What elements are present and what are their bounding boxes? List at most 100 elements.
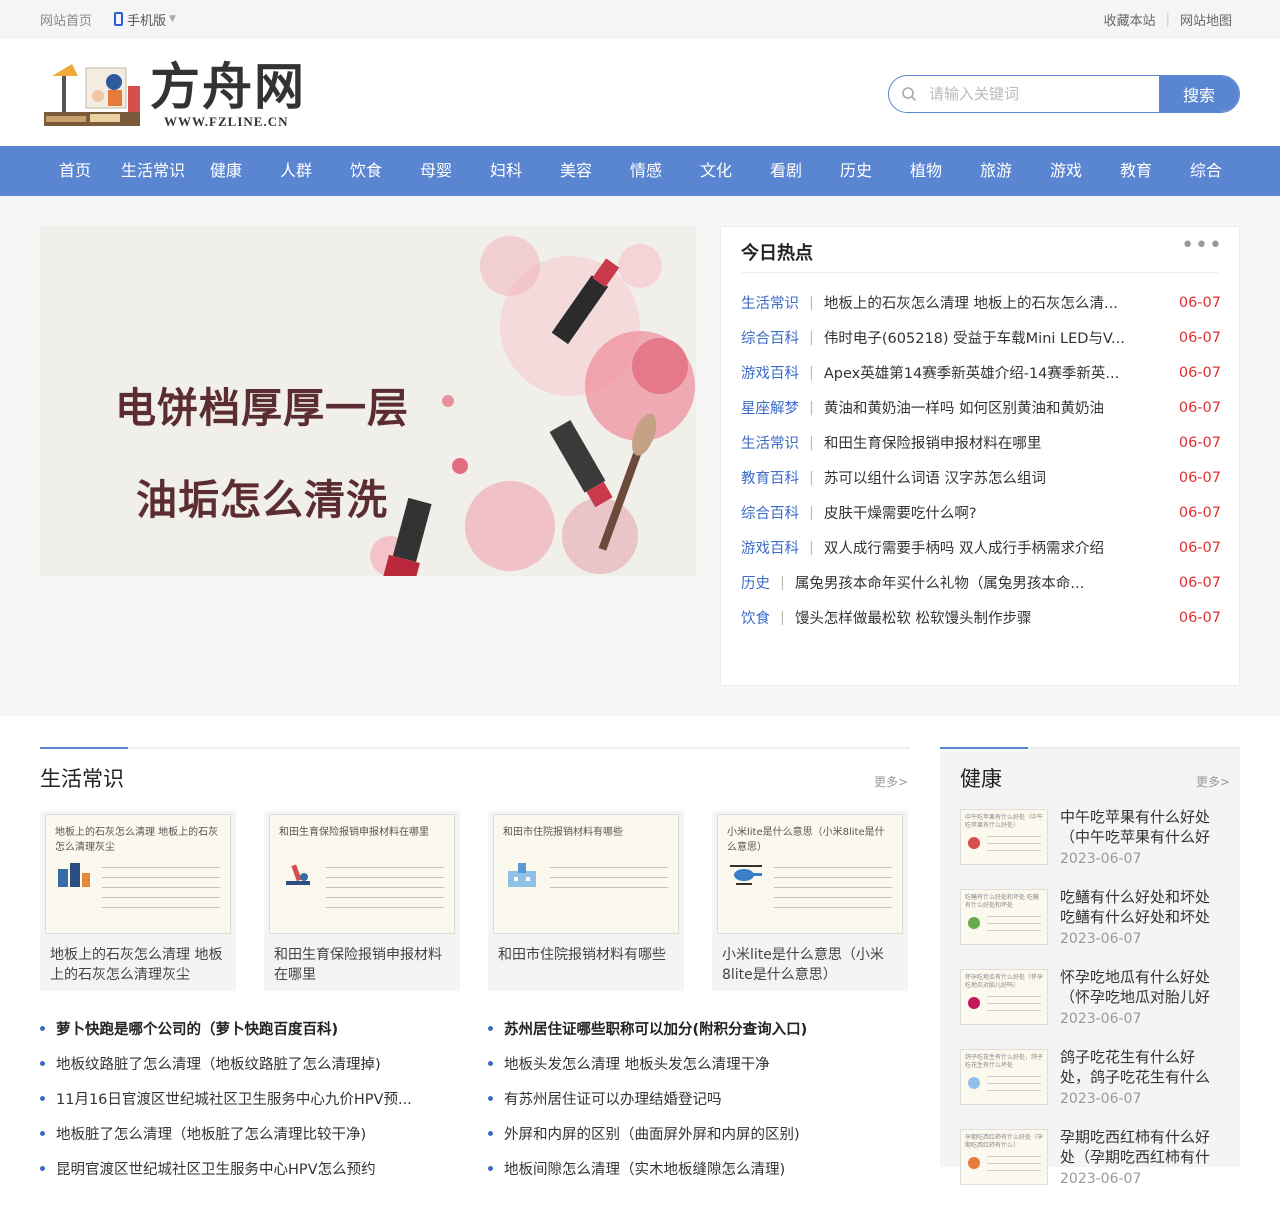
headline-link[interactable]: 皮肤干燥需要吃什么啊? [824,502,1165,523]
list-item[interactable]: 鸽子吃花生有什么好处，鸽子吃花生有什么坏处 鸽子吃花生有什么好处，鸽子吃花生有什… [960,1047,1230,1127]
list-item[interactable]: 萝卜快跑是哪个公司的（萝卜快跑百度百科) [40,1011,470,1046]
headline-link[interactable]: 地板上的石灰怎么清理 地板上的石灰怎么清... [824,292,1165,313]
list-item[interactable]: 怀孕吃地瓜有什么好处（怀孕吃地瓜对胎儿好吗） 怀孕吃地瓜有什么好处（怀孕吃地瓜对… [960,967,1230,1047]
article-thumbnail[interactable]: 和田生育保险报销申报材料在哪里 [269,814,455,934]
nav-item-people[interactable]: 人群 [256,146,336,196]
list-item[interactable]: 苏州居住证哪些职称可以加分(附积分查询入口) [488,1011,918,1046]
list-item[interactable]: 饮食 | 馒头怎样做最松软 松软馒头制作步骤 06-07 [741,600,1221,635]
more-link[interactable]: 更多> [1196,773,1230,790]
article-thumbnail[interactable]: 怀孕吃地瓜有什么好处（怀孕吃地瓜对胎儿好吗） [960,969,1048,1025]
article-card[interactable]: 和田市住院报销材料有哪些 和田市住院报销材料有哪些 [488,811,684,991]
category-link[interactable]: 综合百科 [741,502,799,523]
site-logo[interactable]: 方舟网 WWW.FZLINE.CN [42,56,312,132]
nav-item-education[interactable]: 教育 [1096,146,1176,196]
search-input[interactable] [929,76,1159,112]
article-card[interactable]: 和田生育保险报销申报材料在哪里 和田生育保险报销申报材料在哪里 [264,811,460,991]
category-link[interactable]: 游戏百科 [741,537,799,558]
favorite-link[interactable]: 收藏本站 [1104,10,1156,29]
article-thumbnail[interactable]: 地板上的石灰怎么清理 地板上的石灰怎么清理灰尘 [45,814,231,934]
article-thumbnail[interactable]: 中午吃苹果有什么好处（中午吃苹果有什么好处） [960,809,1048,865]
list-item[interactable]: 教育百科 | 苏可以组什么词语 汉字苏怎么组词 06-07 [741,460,1221,495]
category-link[interactable]: 生活常识 [741,292,799,313]
article-thumbnail[interactable]: 小米lite是什么意思（小米8lite是什么意思） [717,814,903,934]
nav-item-emotion[interactable]: 情感 [616,146,676,196]
list-item[interactable]: 吃鳝有什么好处和坏处 吃鳝有什么好处和坏处 吃鳝有什么好处和坏处 吃鳝有什么好处… [960,887,1230,967]
list-item[interactable]: 生活常识 | 和田生育保险报销申报材料在哪里 06-07 [741,425,1221,460]
headline-link[interactable]: 地板脏了怎么清理（地板脏了怎么清理比较干净) [56,1123,366,1144]
article-title[interactable]: 和田生育保险报销申报材料在哪里 [274,945,452,985]
headline-link[interactable]: 地板纹路脏了怎么清理（地板纹路脏了怎么清理掉) [56,1053,381,1074]
article-title[interactable]: 小米lite是什么意思（小米8lite是什么意思） [722,945,900,985]
article-card[interactable]: 小米lite是什么意思（小米8lite是什么意思） 小米lite是什么意思（小米… [712,811,908,991]
category-link[interactable]: 教育百科 [741,467,799,488]
article-thumbnail[interactable]: 孕期吃西红柿有什么好处（孕期吃西红柿有什么） [960,1129,1048,1185]
nav-item-history[interactable]: 历史 [816,146,896,196]
headline-link[interactable]: 有苏州居住证可以办理结婚登记吗 [504,1088,722,1109]
list-item[interactable]: 11月16日官渡区世纪城社区卫生服务中心九价HPV预... [40,1081,470,1116]
article-thumbnail[interactable]: 和田市住院报销材料有哪些 [493,814,679,934]
article-title[interactable]: 和田市住院报销材料有哪些 [498,945,676,965]
search-button[interactable]: 搜索 [1159,76,1239,112]
article-title[interactable]: 孕期吃西红柿有什么好处（孕期吃西红柿有什 [1060,1127,1220,1167]
nav-item-travel[interactable]: 旅游 [956,146,1036,196]
list-item[interactable]: 综合百科 | 伟时电子(605218) 受益于车载Mini LED与V... 06-0… [741,320,1221,355]
headline-link[interactable]: 11月16日官渡区世纪城社区卫生服务中心九价HPV预... [56,1088,412,1109]
sitemap-link[interactable]: 网站地图 [1180,10,1232,29]
list-item[interactable]: 孕期吃西红柿有什么好处（孕期吃西红柿有什么） 孕期吃西红柿有什么好处（孕期吃西红… [960,1127,1230,1207]
article-thumbnail[interactable]: 鸽子吃花生有什么好处，鸽子吃花生有什么坏处 [960,1049,1048,1105]
article-title[interactable]: 怀孕吃地瓜有什么好处（怀孕吃地瓜对胎儿好 [1060,967,1220,1007]
list-item[interactable]: 昆明官渡区世纪城社区卫生服务中心HPV怎么预约 [40,1151,470,1186]
list-item[interactable]: 地板间隙怎么清理（实木地板缝隙怎么清理) [488,1151,918,1186]
list-item[interactable]: 生活常识 | 地板上的石灰怎么清理 地板上的石灰怎么清... 06-07 [741,285,1221,320]
list-item[interactable]: 地板头发怎么清理 地板头发怎么清理干净 [488,1046,918,1081]
article-title[interactable]: 鸽子吃花生有什么好处，鸽子吃花生有什么 [1060,1047,1220,1087]
category-link[interactable]: 星座解梦 [741,397,799,418]
article-title[interactable]: 中午吃苹果有什么好处（中午吃苹果有什么好 [1060,807,1220,847]
headline-link[interactable]: 属兔男孩本命年买什么礼物（属兔男孩本命... [795,572,1165,593]
headline-link[interactable]: 馒头怎样做最松软 松软馒头制作步骤 [795,607,1165,628]
list-item[interactable]: 综合百科 | 皮肤干燥需要吃什么啊? 06-07 [741,495,1221,530]
nav-item-culture[interactable]: 文化 [676,146,756,196]
list-item[interactable]: 外屏和内屏的区别（曲面屏外屏和内屏的区别) [488,1116,918,1151]
nav-item-drama[interactable]: 看剧 [756,146,816,196]
category-link[interactable]: 综合百科 [741,327,799,348]
category-link[interactable]: 历史 [741,572,770,593]
category-link[interactable]: 游戏百科 [741,362,799,383]
headline-link[interactable]: 昆明官渡区世纪城社区卫生服务中心HPV怎么预约 [56,1158,376,1179]
list-item[interactable]: 游戏百科 | 双人成行需要手柄吗 双人成行手柄需求介绍 06-07 [741,530,1221,565]
headline-link[interactable]: 双人成行需要手柄吗 双人成行手柄需求介绍 [824,537,1165,558]
article-card[interactable]: 地板上的石灰怎么清理 地板上的石灰怎么清理灰尘 地板上的石灰怎么清理 地板上的石… [40,811,236,991]
site-home-link[interactable]: 网站首页 [40,10,92,29]
headline-link[interactable]: 外屏和内屏的区别（曲面屏外屏和内屏的区别) [504,1123,800,1144]
headline-link[interactable]: 苏州居住证哪些职称可以加分(附积分查询入口) [504,1018,807,1039]
nav-item-home[interactable]: 首页 [40,146,110,196]
article-title[interactable]: 吃鳝有什么好处和坏处 吃鳝有什么好处和坏处 [1060,887,1220,927]
nav-item-baby[interactable]: 母婴 [396,146,476,196]
headline-link[interactable]: 苏可以组什么词语 汉字苏怎么组词 [824,467,1165,488]
headline-link[interactable]: 伟时电子(605218) 受益于车载Mini LED与V... [824,327,1165,348]
mobile-version-link[interactable]: 手机版 ▼ [114,10,176,29]
nav-item-plants[interactable]: 植物 [896,146,956,196]
headline-link[interactable]: Apex英雄第14赛季新英雄介绍-14赛季新英... [824,362,1165,383]
nav-item-life[interactable]: 生活常识 [110,146,196,196]
nav-item-games[interactable]: 游戏 [1036,146,1096,196]
nav-item-food[interactable]: 饮食 [336,146,396,196]
article-thumbnail[interactable]: 吃鳝有什么好处和坏处 吃鳝有什么好处和坏处 [960,889,1048,945]
headline-link[interactable]: 黄油和黄奶油一样吗 如何区别黄油和黄奶油 [824,397,1165,418]
headline-link[interactable]: 地板间隙怎么清理（实木地板缝隙怎么清理) [504,1158,785,1179]
headline-link[interactable]: 地板头发怎么清理 地板头发怎么清理干净 [504,1053,770,1074]
more-link[interactable]: 更多> [874,773,908,790]
category-link[interactable]: 生活常识 [741,432,799,453]
list-item[interactable]: 星座解梦 | 黄油和黄奶油一样吗 如何区别黄油和黄奶油 06-07 [741,390,1221,425]
more-dots-icon[interactable]: ••• [1181,233,1223,258]
list-item[interactable]: 地板脏了怎么清理（地板脏了怎么清理比较干净) [40,1116,470,1151]
list-item[interactable]: 历史 | 属兔男孩本命年买什么礼物（属兔男孩本命... 06-07 [741,565,1221,600]
nav-item-health[interactable]: 健康 [196,146,256,196]
list-item[interactable]: 有苏州居住证可以办理结婚登记吗 [488,1081,918,1116]
nav-item-general[interactable]: 综合 [1176,146,1236,196]
list-item[interactable]: 中午吃苹果有什么好处（中午吃苹果有什么好处） 中午吃苹果有什么好处（中午吃苹果有… [960,807,1230,887]
nav-item-beauty[interactable]: 美容 [536,146,616,196]
featured-banner[interactable]: 电饼档厚厚一层 油垢怎么清洗 [40,226,696,576]
list-item[interactable]: 游戏百科 | Apex英雄第14赛季新英雄介绍-14赛季新英... 06-07 [741,355,1221,390]
article-title[interactable]: 地板上的石灰怎么清理 地板上的石灰怎么清理灰尘 [50,945,228,985]
